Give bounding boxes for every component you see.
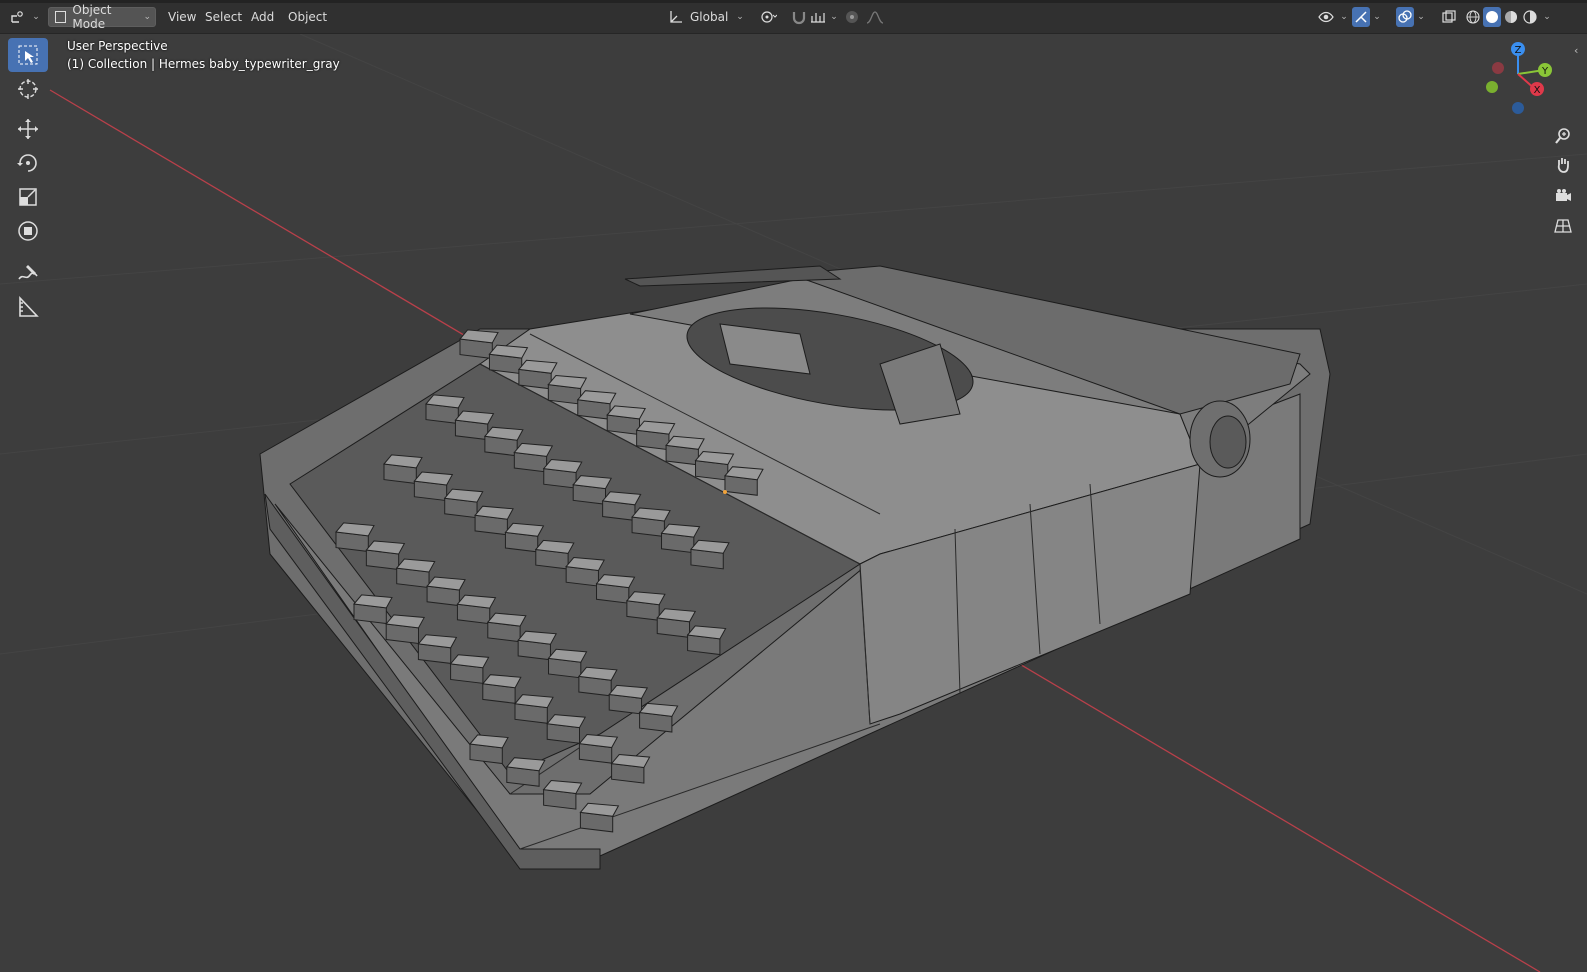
camera-icon [1556, 189, 1571, 201]
scale-icon [19, 188, 37, 206]
menu-add[interactable]: Add [245, 7, 280, 27]
gizmo-dropdown[interactable]: ⌄ [1370, 7, 1384, 27]
viewport-overlay-info: User Perspective (1) Collection | Hermes… [67, 37, 340, 73]
camera-view-button[interactable] [1550, 183, 1576, 209]
cursor-icon [18, 79, 38, 99]
eye-icon [1318, 11, 1334, 23]
scale-tool[interactable] [8, 180, 48, 214]
magnet-icon [792, 12, 806, 25]
measure-icon [19, 295, 39, 317]
rendered-sphere-icon [1523, 10, 1537, 24]
gizmo-toggle[interactable] [1352, 7, 1370, 27]
overlays-dropdown[interactable]: ⌄ [1414, 7, 1428, 27]
annotate-icon [18, 265, 38, 280]
xray-toggle[interactable] [1440, 7, 1458, 27]
chevron-down-icon: ⌄ [1543, 12, 1551, 22]
falloff-curve-icon [866, 11, 884, 24]
viewport-header: ⌄ Object Mode ⌄ View Select Add Object G… [0, 0, 1587, 34]
chevron-down-icon: ⌄ [32, 12, 40, 22]
pan-button[interactable] [1550, 152, 1576, 178]
viewport-scene [0, 34, 1587, 972]
grid-view-icon [1554, 219, 1572, 233]
shading-material-button[interactable] [1502, 7, 1520, 27]
xray-icon [1442, 10, 1456, 23]
snap-toggle[interactable] [788, 7, 810, 27]
pivot-icon [761, 11, 777, 23]
menu-select[interactable]: Select [199, 7, 248, 27]
pivot-point-button[interactable] [754, 7, 782, 27]
shading-solid-button[interactable] [1483, 7, 1501, 27]
transform-tool[interactable] [8, 214, 48, 248]
overlays-icon [1398, 10, 1412, 23]
transform-icon [18, 221, 38, 241]
sidebar-toggle-icon[interactable]: ‹ [1574, 44, 1578, 57]
proportional-edit-icon [846, 11, 858, 23]
snap-target-dropdown[interactable]: ⌄ [810, 7, 838, 27]
object-origin [723, 490, 727, 494]
orientation-label: Global [690, 10, 729, 24]
chevron-down-icon: ⌄ [1340, 12, 1348, 22]
view-name: User Perspective [67, 39, 168, 53]
object-info: (1) Collection | Hermes baby_typewriter_… [67, 57, 340, 71]
shading-wireframe-button[interactable] [1464, 7, 1482, 27]
perspective-toggle-button[interactable] [1550, 213, 1576, 239]
solid-sphere-icon [1486, 11, 1498, 23]
editor-type-button[interactable]: ⌄ [8, 7, 42, 27]
wireframe-sphere-icon [1466, 10, 1480, 24]
transform-orientation-dropdown[interactable]: Global ⌄ [668, 7, 746, 27]
chevron-down-icon: ⌄ [143, 12, 151, 22]
move-icon [18, 119, 38, 139]
orientation-axes-icon [670, 11, 682, 23]
neg-y-axis-ball[interactable] [1486, 81, 1498, 93]
3d-viewport[interactable]: User Perspective (1) Collection | Hermes… [0, 34, 1587, 972]
chevron-down-icon: ⌄ [830, 12, 838, 22]
gizmo-icon [1355, 11, 1367, 23]
object-mode-icon [55, 11, 67, 23]
move-tool[interactable] [8, 112, 48, 146]
material-sphere-icon [1505, 11, 1517, 23]
z-axis-label: Z [1515, 45, 1522, 56]
zoom-icon [1555, 128, 1570, 144]
chevron-down-icon: ⌄ [1417, 12, 1425, 22]
editor-type-icon [11, 11, 24, 23]
menu-view[interactable]: View [162, 7, 202, 27]
pan-hand-icon [1557, 158, 1569, 173]
x-axis-label: X [1534, 85, 1541, 96]
select-box-icon [18, 45, 38, 65]
cursor-tool[interactable] [8, 72, 48, 106]
zoom-button[interactable] [1550, 123, 1576, 149]
blender-window: ⌄ Object Mode ⌄ View Select Add Object G… [0, 0, 1587, 972]
y-axis-label: Y [1541, 66, 1549, 77]
chevron-down-icon: ⌄ [1373, 12, 1381, 22]
top-strip [0, 0, 1587, 3]
neg-z-axis-ball[interactable] [1512, 102, 1524, 114]
overlays-toggle[interactable] [1396, 7, 1414, 27]
rotate-icon [17, 154, 37, 172]
falloff-dropdown[interactable] [862, 7, 888, 27]
measure-tool[interactable] [8, 290, 48, 324]
shading-dropdown[interactable]: ⌄ [1540, 7, 1554, 27]
chevron-down-icon: ⌄ [736, 12, 744, 22]
shading-rendered-button[interactable] [1521, 7, 1539, 27]
snap-increment-icon [811, 13, 826, 23]
rotate-tool[interactable] [8, 146, 48, 180]
neg-x-axis-ball[interactable] [1492, 62, 1504, 74]
proportional-edit-toggle[interactable] [843, 7, 861, 27]
mode-label: Object Mode [72, 3, 112, 31]
mode-dropdown[interactable]: Object Mode ⌄ [48, 3, 156, 31]
annotate-tool[interactable] [8, 256, 48, 290]
select-box-tool[interactable] [8, 38, 48, 72]
menu-object[interactable]: Object [282, 7, 333, 27]
visibility-dropdown[interactable]: ⌄ [1318, 7, 1348, 27]
navigation-gizmo[interactable]: Z Y X [1486, 40, 1566, 120]
